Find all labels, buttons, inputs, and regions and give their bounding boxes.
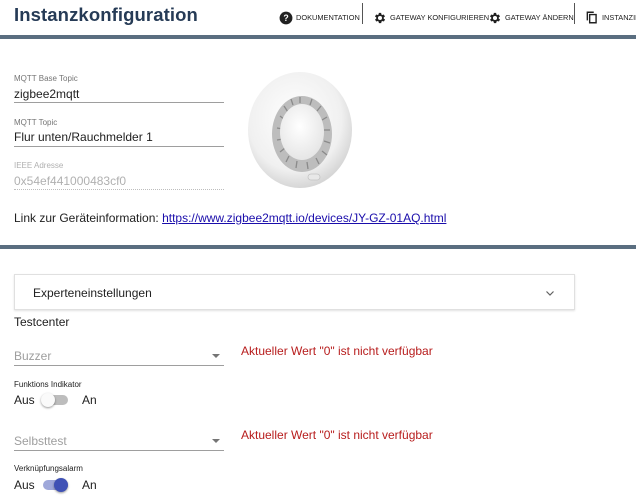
device-info-label: Link zur Geräteinformation: xyxy=(14,211,159,225)
device-info-link[interactable]: https://www.zigbee2mqtt.io/devices/JY-GZ… xyxy=(162,211,446,225)
instance-id-button[interactable]: INSTANZID xyxy=(585,0,636,35)
documentation-button[interactable]: ? DOKUMENTATION xyxy=(279,0,360,35)
configure-gateway-label: GATEWAY KONFIGURIEREN xyxy=(390,13,490,22)
instance-id-label: INSTANZID xyxy=(602,13,636,22)
configure-gateway-button[interactable]: GATEWAY KONFIGURIEREN xyxy=(373,0,489,35)
mqtt-topic-label: MQTT Topic xyxy=(14,118,58,127)
testcenter-title: Testcenter xyxy=(14,315,70,329)
ieee-address-underline xyxy=(14,189,224,190)
verknuepfung-on-label: An xyxy=(82,478,97,492)
mqtt-base-topic-input[interactable]: zigbee2mqtt xyxy=(14,87,79,101)
top-bar: Instanzkonfiguration ? DOKUMENTATION GAT… xyxy=(0,0,636,35)
selbsttest-select[interactable]: Selbsttest xyxy=(14,434,67,448)
mqtt-base-topic-label: MQTT Base Topic xyxy=(14,74,78,83)
copy-icon xyxy=(586,11,597,24)
svg-text:?: ? xyxy=(283,12,288,22)
verknuepfung-off-label: Aus xyxy=(14,478,35,492)
dropdown-arrow-icon xyxy=(212,439,220,443)
device-info-row: Link zur Geräteinformation: https://www.… xyxy=(14,211,446,225)
documentation-label: DOKUMENTATION xyxy=(296,13,360,22)
mqtt-base-topic-underline xyxy=(14,102,224,103)
page-title: Instanzkonfiguration xyxy=(14,4,198,25)
chevron-down-icon xyxy=(546,291,554,296)
dropdown-arrow-icon xyxy=(212,354,220,358)
funktions-off-label: Aus xyxy=(14,393,35,407)
verknuepfungsalarm-label: Verknüpfungsalarm xyxy=(14,464,83,473)
expert-settings-expander[interactable]: Experteneinstellungen xyxy=(14,274,575,310)
smoke-detector-image xyxy=(248,72,352,188)
switch-thumb xyxy=(41,393,55,407)
toolbar-divider xyxy=(362,3,363,24)
selbsttest-error-text: Aktueller Wert "0" ist nicht verfügbar xyxy=(241,428,433,442)
buzzer-error-text: Aktueller Wert "0" ist nicht verfügbar xyxy=(241,344,433,358)
expert-settings-label: Experteneinstellungen xyxy=(33,286,152,300)
toolbar-divider xyxy=(574,3,575,24)
funktions-on-label: An xyxy=(82,393,97,407)
buzzer-underline xyxy=(14,365,224,366)
change-gateway-label: GATEWAY ÄNDERN xyxy=(505,13,574,22)
selbsttest-underline xyxy=(14,450,224,451)
ieee-address-field: 0x54ef441000483cf0 xyxy=(14,174,127,188)
mqtt-topic-underline xyxy=(14,146,224,147)
mqtt-topic-input[interactable]: Flur unten/Rauchmelder 1 xyxy=(14,130,153,144)
gear-icon xyxy=(489,12,501,23)
buzzer-select[interactable]: Buzzer xyxy=(14,349,51,363)
change-gateway-button[interactable]: GATEWAY ÄNDERN xyxy=(488,0,574,35)
funktions-indikator-label: Funktions Indikator xyxy=(14,380,82,389)
gear-icon xyxy=(374,12,386,23)
switch-thumb xyxy=(54,478,68,492)
ieee-address-label: IEEE Adresse xyxy=(14,161,64,170)
help-circle-icon: ? xyxy=(279,11,293,24)
